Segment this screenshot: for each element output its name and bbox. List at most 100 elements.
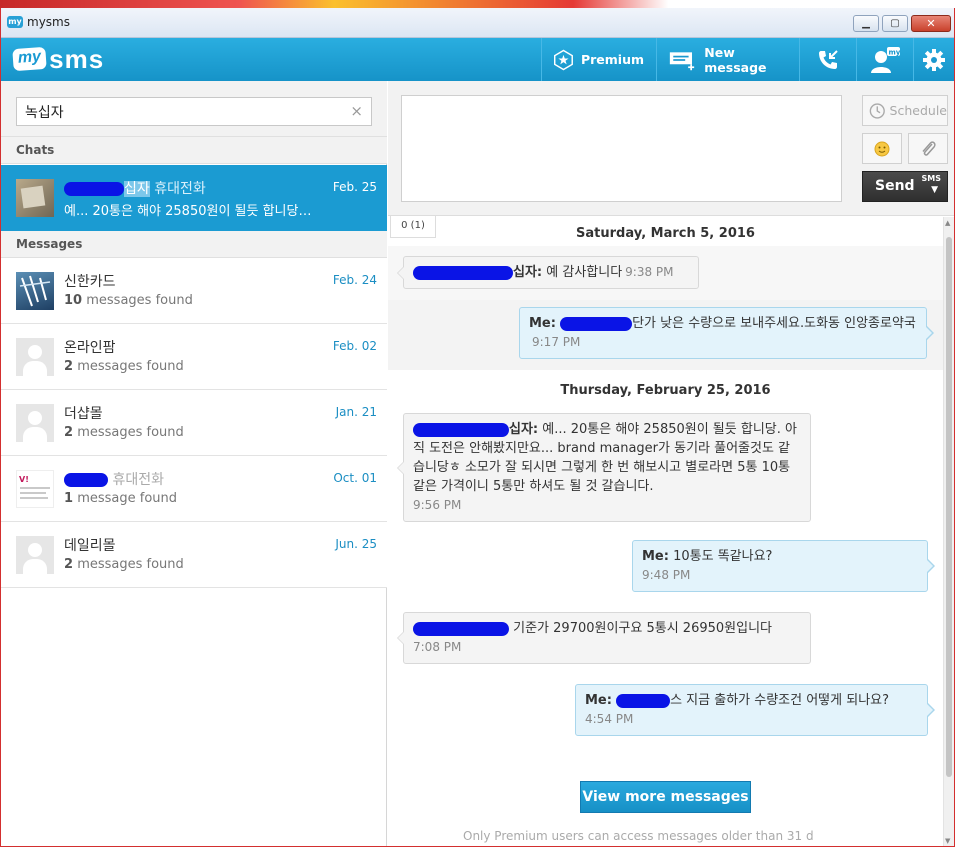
messages-section-header: Messages [1, 231, 387, 258]
message-textarea[interactable] [401, 95, 842, 202]
gear-icon [923, 48, 945, 71]
emoji-button[interactable] [862, 133, 902, 164]
message-time: 9:56 PM [413, 498, 462, 512]
window-titlebar: my mysms ▁ ▢ ✕ [0, 8, 955, 38]
window-controls: ▁ ▢ ✕ [853, 15, 951, 32]
close-icon: ✕ [926, 17, 936, 30]
premium-star-icon [554, 49, 573, 70]
logo-sms: sms [49, 43, 105, 74]
redacted-name [64, 182, 124, 196]
message-date: Jun. 25 [335, 537, 377, 551]
search-input[interactable] [17, 98, 337, 125]
calls-button[interactable] [799, 38, 856, 81]
scroll-up-icon[interactable]: ▲ [945, 219, 950, 227]
message-search-row[interactable]: 더샵몰 2 messages found Jan. 21 [1, 390, 387, 456]
new-message-button[interactable]: New message [656, 38, 799, 81]
paperclip-icon [922, 140, 936, 156]
mysms-logo: my sms [12, 43, 105, 74]
premium-label: Premium [580, 52, 644, 67]
schedule-label: Schedule [889, 103, 947, 118]
scroll-down-icon[interactable]: ▼ [945, 837, 950, 845]
premium-footer-note: Only Premium users can access messages o… [463, 829, 814, 843]
message-time: 9:38 PM [625, 265, 674, 279]
minimize-button[interactable]: ▁ [853, 15, 879, 32]
chat-row[interactable]: 십자 휴대전화 예... 20통은 해야 25850원이 될듯 합니당. ...… [1, 165, 387, 231]
search-box: × [16, 97, 372, 126]
message-search-row[interactable]: 온라인팜 2 messages found Feb. 02 [1, 324, 387, 390]
redacted-sender [413, 621, 509, 636]
message-contact-name: 휴대전화 [64, 469, 164, 489]
message-time: 4:54 PM [585, 712, 634, 726]
day-separator: Saturday, March 5, 2016 [576, 226, 755, 241]
incoming-message: 십자: 예... 20통은 해야 25850원이 될듯 합니당. 아직 도전은 … [397, 413, 811, 522]
contacts-icon: my [871, 46, 901, 73]
chats-section-header: Chats [1, 137, 387, 164]
redacted-text [560, 316, 633, 331]
message-text: 10통도 똑같나요? [673, 549, 773, 564]
message-contact-name: 더샵몰 [64, 406, 103, 422]
chat-preview: 예... 20통은 해야 25850원이 될듯 합니당. ... [64, 204, 314, 219]
attach-button[interactable] [908, 133, 948, 164]
message-time: 9:48 PM [642, 568, 691, 582]
message-count: 1 message found [64, 491, 178, 506]
logo-my: my [12, 46, 47, 72]
contacts-button[interactable]: my [856, 38, 913, 81]
chat-name-suffix: 휴대전화 [154, 181, 206, 197]
message-search-row[interactable]: 데일리몰 2 messages found Jun. 25 [1, 522, 387, 588]
phone-incoming-icon [819, 49, 838, 69]
card-logo-icon [19, 275, 51, 307]
message-time: 9:17 PM [532, 335, 581, 349]
message-contact-name: 신한카드 [64, 274, 116, 290]
default-contact-avatar [16, 536, 54, 574]
redacted-name [64, 473, 108, 487]
redacted-sender [413, 422, 509, 437]
message-search-row[interactable]: 신한카드 10 messages found Feb. 24 [1, 258, 387, 324]
message-search-row[interactable]: V! 휴대전화 1 message found Oct. 01 [1, 456, 387, 522]
minimize-icon: ▁ [862, 18, 870, 29]
message-text: 예 감사합니다 [546, 265, 623, 280]
chevron-down-icon[interactable]: ▼ [931, 185, 938, 195]
conversation-list-panel: × Chats 십자 휴대전화 예... 20통은 해야 25850원이 될듯 … [1, 81, 387, 847]
message-contact-name: 온라인팜 [64, 340, 116, 356]
outgoing-message: Me: 10통도 똑같나요? 9:48 PM [632, 540, 935, 592]
premium-button[interactable]: Premium [541, 38, 656, 81]
incoming-message: 십자: 예 감사합니다 9:38 PM [397, 256, 699, 289]
message-contact-name: 데일리몰 [64, 538, 116, 554]
new-message-label: New message [704, 44, 767, 75]
send-button[interactable]: Send SMS ▼ [862, 171, 948, 202]
search-area: × [1, 81, 387, 137]
close-window-button[interactable]: ✕ [911, 15, 951, 32]
day-separator: Thursday, February 25, 2016 [560, 383, 771, 398]
smiley-icon [874, 141, 890, 156]
message-count: 2 messages found [64, 359, 184, 374]
message-count: 2 messages found [64, 425, 184, 440]
background-strip [0, 0, 955, 8]
schedule-button[interactable]: Schedule [862, 95, 948, 126]
mysms-app-icon: my [7, 16, 23, 28]
redacted-sender [413, 265, 513, 280]
app-header: my sms Premium New message my [1, 38, 954, 81]
thread-scrollbar[interactable]: ▲ ▼ [943, 217, 954, 847]
conversation-panel: Schedule Send SMS ▼ Saturday, March 5, 2… [388, 81, 954, 847]
view-more-messages-button[interactable]: View more messages [580, 781, 751, 813]
scrollbar-thumb[interactable] [946, 237, 952, 777]
card-logo-avatar [16, 272, 54, 310]
message-date: Feb. 02 [332, 339, 377, 353]
message-text: 기준가 29700원이구요 5통시 26950원입니다 [513, 621, 772, 636]
message-date: Oct. 01 [333, 471, 377, 485]
clear-search-icon[interactable]: × [350, 102, 363, 120]
maximize-icon: ▢ [890, 18, 900, 29]
character-counter: 0 (1) [390, 216, 436, 238]
message-text: 단가 낮은 수량으로 보내주세요.도화동 인앙종로약국 [632, 316, 916, 331]
clock-icon [869, 102, 885, 119]
message-thread: Saturday, March 5, 2016 십자: 예 감사합니다 9:38 … [388, 217, 954, 847]
chat-date: Feb. 25 [332, 180, 377, 194]
redacted-text [616, 693, 671, 708]
send-type-label: SMS [921, 174, 941, 183]
settings-button[interactable] [913, 38, 954, 81]
header-actions: Premium New message my [541, 38, 954, 81]
outgoing-message: Me: 단가 낮은 수량으로 보내주세요.도화동 인앙종로약국 9:17 PM [519, 307, 934, 359]
window-title: mysms [27, 15, 70, 29]
maximize-button[interactable]: ▢ [882, 15, 908, 32]
message-count: 10 messages found [64, 293, 193, 308]
